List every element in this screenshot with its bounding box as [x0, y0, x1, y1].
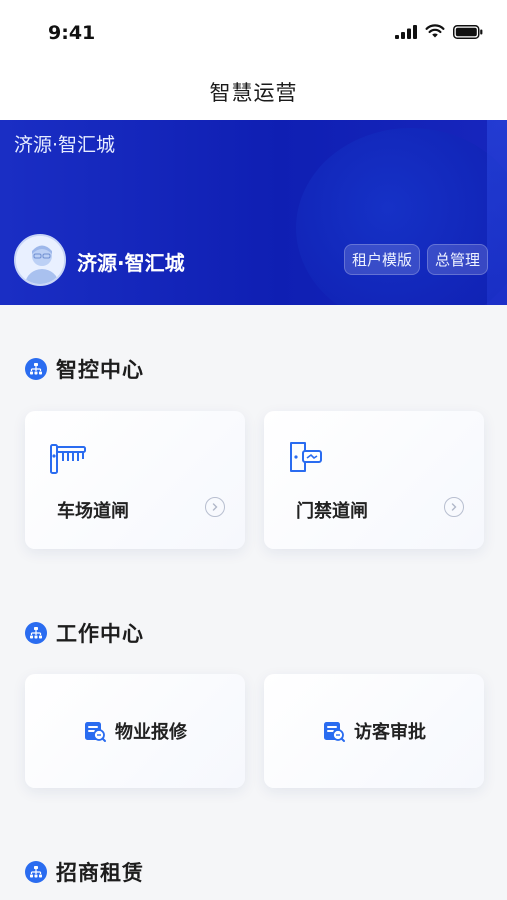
- wifi-icon: [425, 24, 445, 38]
- card-label: 车场道闸: [57, 501, 129, 522]
- org-structure-icon: [25, 622, 47, 644]
- property-repair-card[interactable]: 物业报修: [25, 674, 245, 788]
- status-time: 9:41: [48, 22, 96, 44]
- admin-tag[interactable]: 总管理: [427, 244, 489, 275]
- parking-barrier-card[interactable]: 车场道闸: [25, 411, 245, 549]
- section-title: 智控中心: [56, 358, 144, 382]
- battery-icon: [453, 24, 483, 39]
- banner-edge-decoration: [487, 120, 507, 305]
- barrier-gate-icon: [49, 439, 89, 479]
- section-title: 工作中心: [56, 622, 144, 646]
- status-icons: [395, 24, 483, 39]
- project-banner: 济源·智汇城 济源·智汇城 租户模版 总管理: [0, 120, 507, 305]
- card-label: 物业报修: [115, 722, 187, 743]
- chevron-right-icon[interactable]: [444, 497, 464, 517]
- banner-decoration: [296, 128, 507, 305]
- chevron-right-icon[interactable]: [205, 497, 225, 517]
- nav-bar: 智慧运营: [0, 64, 507, 120]
- card-label: 门禁道闸: [296, 501, 368, 522]
- repair-icon: [85, 722, 106, 742]
- cellular-signal-icon: [395, 24, 417, 39]
- section-smart-control-header: 智控中心: [25, 354, 144, 384]
- section-work-center-header: 工作中心: [25, 618, 144, 648]
- tenant-template-tag[interactable]: 租户模版: [344, 244, 421, 275]
- avatar[interactable]: [14, 234, 66, 286]
- access-gate-card[interactable]: 门禁道闸: [264, 411, 484, 549]
- access-door-icon: [288, 439, 328, 479]
- org-structure-icon: [25, 861, 47, 883]
- section-title: 招商租赁: [56, 861, 144, 885]
- org-structure-icon: [25, 358, 47, 380]
- section-leasing-header: 招商租赁: [25, 857, 144, 887]
- visitor-approval-icon: [324, 722, 345, 742]
- status-bar: 9:41: [0, 0, 507, 64]
- banner-project-title[interactable]: 济源·智汇城: [14, 130, 115, 157]
- user-avatar-icon: [16, 236, 64, 284]
- banner-user-name: 济源·智汇城: [77, 251, 185, 275]
- page-title: 智慧运营: [209, 81, 298, 105]
- visitor-approval-card[interactable]: 访客审批: [264, 674, 484, 788]
- card-label: 访客审批: [354, 722, 426, 743]
